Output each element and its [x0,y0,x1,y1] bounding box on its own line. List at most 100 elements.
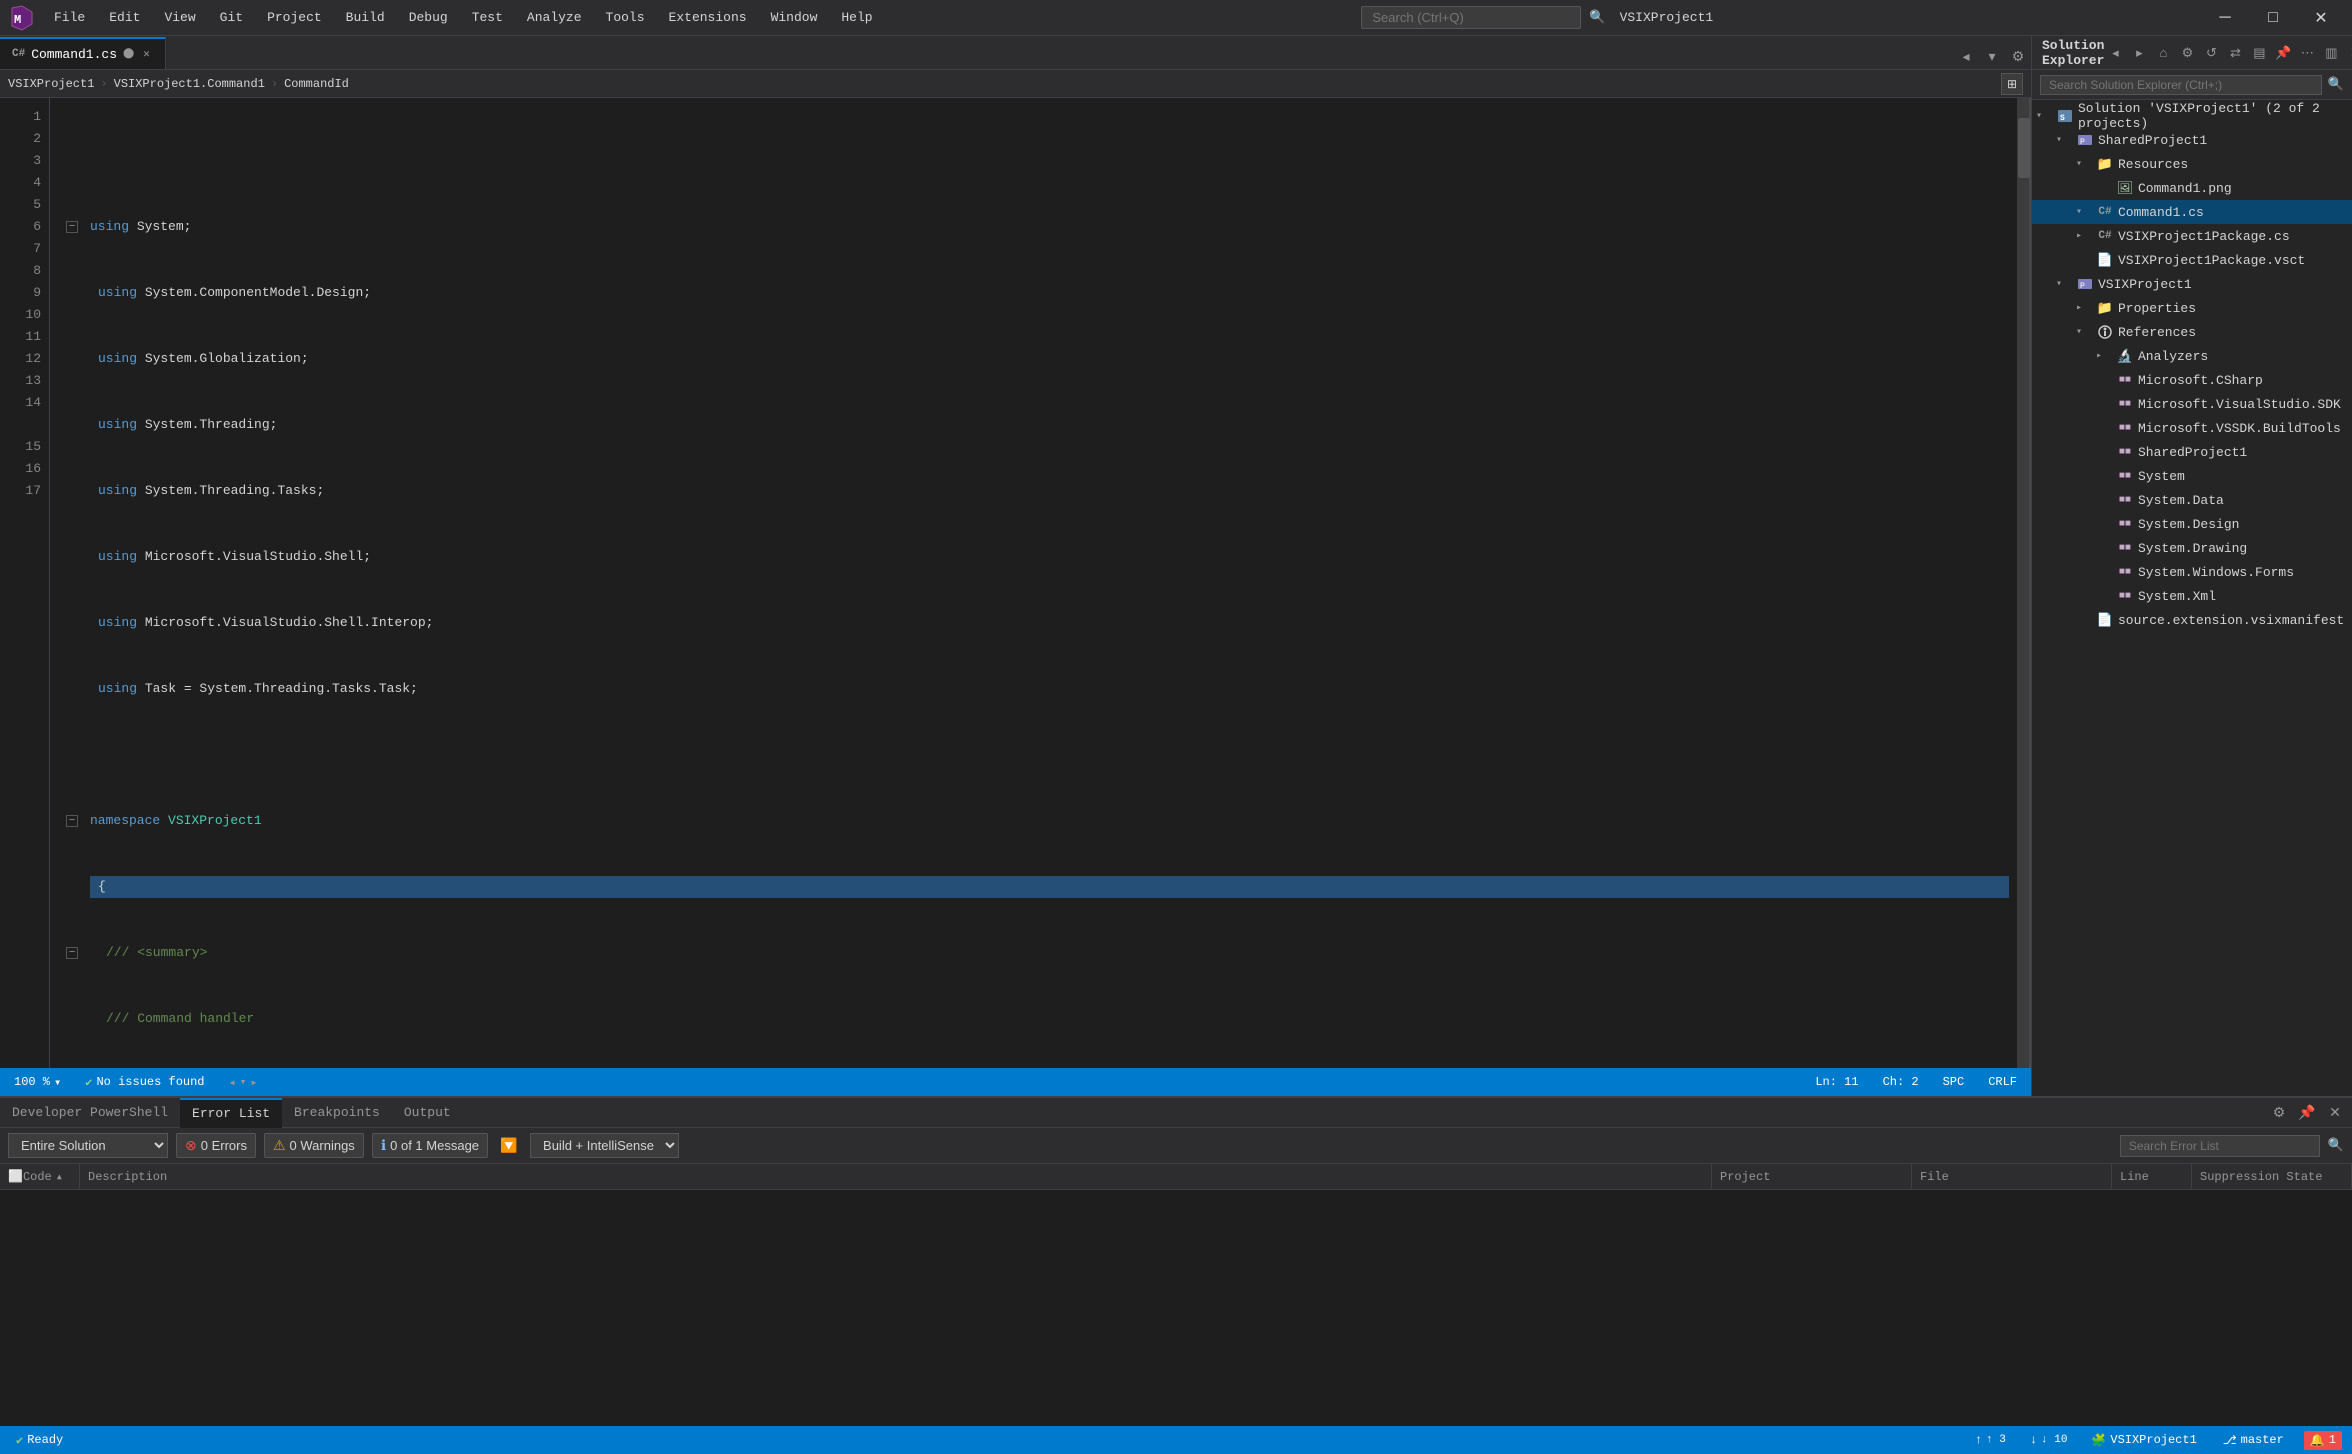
se-back-button[interactable]: ◂ [2104,42,2126,64]
error-notification[interactable]: 🔔 1 [2304,1431,2342,1450]
tab-list-button[interactable]: ▾ [1979,43,2005,69]
tree-command1-png[interactable]: 🖼 Command1.png [2032,176,2352,200]
tree-microsoft-csharp[interactable]: ■■ Microsoft.CSharp [2032,368,2352,392]
panel-settings-button[interactable]: ⚙ [2266,1100,2292,1126]
se-more-button[interactable]: ⋯ [2296,42,2318,64]
tree-properties[interactable]: ▸ 📁 Properties [2032,296,2352,320]
panel-close-button[interactable]: ✕ [2322,1100,2348,1126]
tab-close-button[interactable]: ✕ [140,46,153,62]
col-line[interactable]: Line [2112,1164,2192,1189]
tree-vsixmanifest[interactable]: 📄 source.extension.vsixmanifest [2032,608,2352,632]
tab-output[interactable]: Output [392,1098,463,1128]
menu-edit[interactable]: Edit [99,6,150,29]
tree-system-design[interactable]: ■■ System.Design [2032,512,2352,536]
tree-system[interactable]: ■■ System [2032,464,2352,488]
se-home-button[interactable]: ⌂ [2152,42,2174,64]
error-search-input[interactable] [2120,1135,2320,1157]
menu-view[interactable]: View [154,6,205,29]
warnings-button[interactable]: ⚠ 0 Warnings [264,1133,364,1158]
se-refresh-button[interactable]: ↺ [2200,42,2222,64]
menu-help[interactable]: Help [831,6,882,29]
split-editor-button[interactable]: ⊞ [2001,73,2023,95]
se-sync-button[interactable]: ⇄ [2224,42,2246,64]
minimize-button[interactable]: ─ [2202,4,2248,32]
menu-file[interactable]: File [44,6,95,29]
tab-breakpoints[interactable]: Breakpoints [282,1098,392,1128]
menu-debug[interactable]: Debug [399,6,458,29]
close-button[interactable]: ✕ [2298,4,2344,32]
tree-system-drawing[interactable]: ■■ System.Drawing [2032,536,2352,560]
menu-analyze[interactable]: Analyze [517,6,592,29]
code-content[interactable]: − − − [50,98,2017,1068]
tree-command1-cs[interactable]: ▾ C# Command1.cs [2032,200,2352,224]
maximize-button[interactable]: □ [2250,4,2296,32]
code-line-11[interactable]: { [90,876,2009,898]
menu-extensions[interactable]: Extensions [659,6,757,29]
search-input[interactable] [1361,6,1581,29]
tree-vsixproject1[interactable]: ▾ P VSIXProject1 [2032,272,2352,296]
col-code[interactable]: ⬜ Code ▴ [0,1164,80,1189]
errors-button[interactable]: ⊗ 0 Errors [176,1133,256,1158]
se-dock-button[interactable]: ▥ [2320,42,2342,64]
menu-test[interactable]: Test [462,6,513,29]
se-search-input[interactable] [2040,75,2322,95]
menu-window[interactable]: Window [761,6,828,29]
tab-scroll-left[interactable]: ◂ [1953,43,1979,69]
col-description[interactable]: Description [80,1164,1712,1189]
tree-sharedproject1-ref[interactable]: ■■ SharedProject1 [2032,440,2352,464]
settings-gear[interactable]: ⚙ [2005,43,2031,69]
col-suppression[interactable]: Suppression State [2192,1164,2352,1189]
breadcrumb-project[interactable]: VSIXProject1 [8,77,94,91]
ch-indicator[interactable]: Ch: 2 [1879,1075,1923,1089]
pull-indicator[interactable]: ↓ ↓ 10 [2024,1431,2074,1449]
issues-indicator[interactable]: ✔ No issues found [81,1075,208,1090]
panel-pin-button[interactable]: 📌 [2294,1100,2320,1126]
tree-sharedproject1[interactable]: ▾ P SharedProject1 [2032,128,2352,152]
tab-devpowershell[interactable]: Developer PowerShell [0,1098,180,1128]
se-forward-button[interactable]: ▸ [2128,42,2150,64]
tree-vsct[interactable]: 📄 VSIXProject1Package.vsct [2032,248,2352,272]
tree-references[interactable]: ▾ References [2032,320,2352,344]
breadcrumb-class[interactable]: VSIXProject1.Command1 [114,77,265,91]
tree-vs-sdk[interactable]: ■■ Microsoft.VisualStudio.SDK [2032,392,2352,416]
tree-analyzers[interactable]: ▸ 🔬 Analyzers [2032,344,2352,368]
breadcrumb-member[interactable]: CommandId [284,77,349,91]
fold-namespace[interactable]: − [66,815,78,827]
ln-indicator[interactable]: Ln: 11 [1811,1075,1862,1089]
se-close-button[interactable]: ✕ [2344,42,2352,64]
fold-comment[interactable]: − [66,947,78,959]
se-tree[interactable]: ▾ S Solution 'VSIXProject1' (2 of 2 proj… [2032,100,2352,1096]
tree-system-winforms[interactable]: ■■ System.Windows.Forms [2032,560,2352,584]
menu-git[interactable]: Git [210,6,253,29]
crlf-indicator[interactable]: CRLF [1984,1075,2021,1089]
col-project[interactable]: Project [1712,1164,1912,1189]
zoom-level[interactable]: 100 % ▾ [10,1075,65,1090]
tree-vssdk-buildtools[interactable]: ■■ Microsoft.VSSDK.BuildTools [2032,416,2352,440]
menu-build[interactable]: Build [336,6,395,29]
push-indicator[interactable]: ↑ ↑ 3 [1969,1431,2012,1449]
tree-system-xml[interactable]: ■■ System.Xml [2032,584,2352,608]
se-settings-button[interactable]: ⚙ [2176,42,2198,64]
se-collapse-button[interactable]: ▤ [2248,42,2270,64]
project-indicator[interactable]: 🧩 VSIXProject1 [2085,1431,2202,1450]
tab-errorlist[interactable]: Error List [180,1098,282,1128]
editor-minimap[interactable] [2017,98,2031,1068]
messages-button[interactable]: ℹ 0 of 1 Message [372,1133,488,1158]
tree-package-cs[interactable]: ▸ C# VSIXProject1Package.cs [2032,224,2352,248]
scope-select[interactable]: Entire Solution [8,1133,168,1158]
editor-tab-active[interactable]: C# Command1.cs ⬤ ✕ [0,37,166,69]
col-file[interactable]: File [1912,1164,2112,1189]
menu-tools[interactable]: Tools [596,6,655,29]
tree-solution[interactable]: ▾ S Solution 'VSIXProject1' (2 of 2 proj… [2032,104,2352,128]
error-list-content[interactable] [0,1190,2352,1426]
fold-using[interactable]: − [66,221,78,233]
tree-system-data[interactable]: ■■ System.Data [2032,488,2352,512]
se-pin-button[interactable]: 📌 [2272,42,2294,64]
menu-project[interactable]: Project [257,6,332,29]
git-branch-indicator[interactable]: ⎇ master [2215,1431,2292,1450]
tree-resources-folder[interactable]: ▾ 📁 Resources [2032,152,2352,176]
tab-modified-icon: ⬤ [123,48,134,60]
filter-select[interactable]: Build + IntelliSense [530,1133,679,1158]
spc-indicator[interactable]: SPC [1939,1075,1969,1089]
filter-button[interactable]: 🔽 [496,1133,522,1159]
